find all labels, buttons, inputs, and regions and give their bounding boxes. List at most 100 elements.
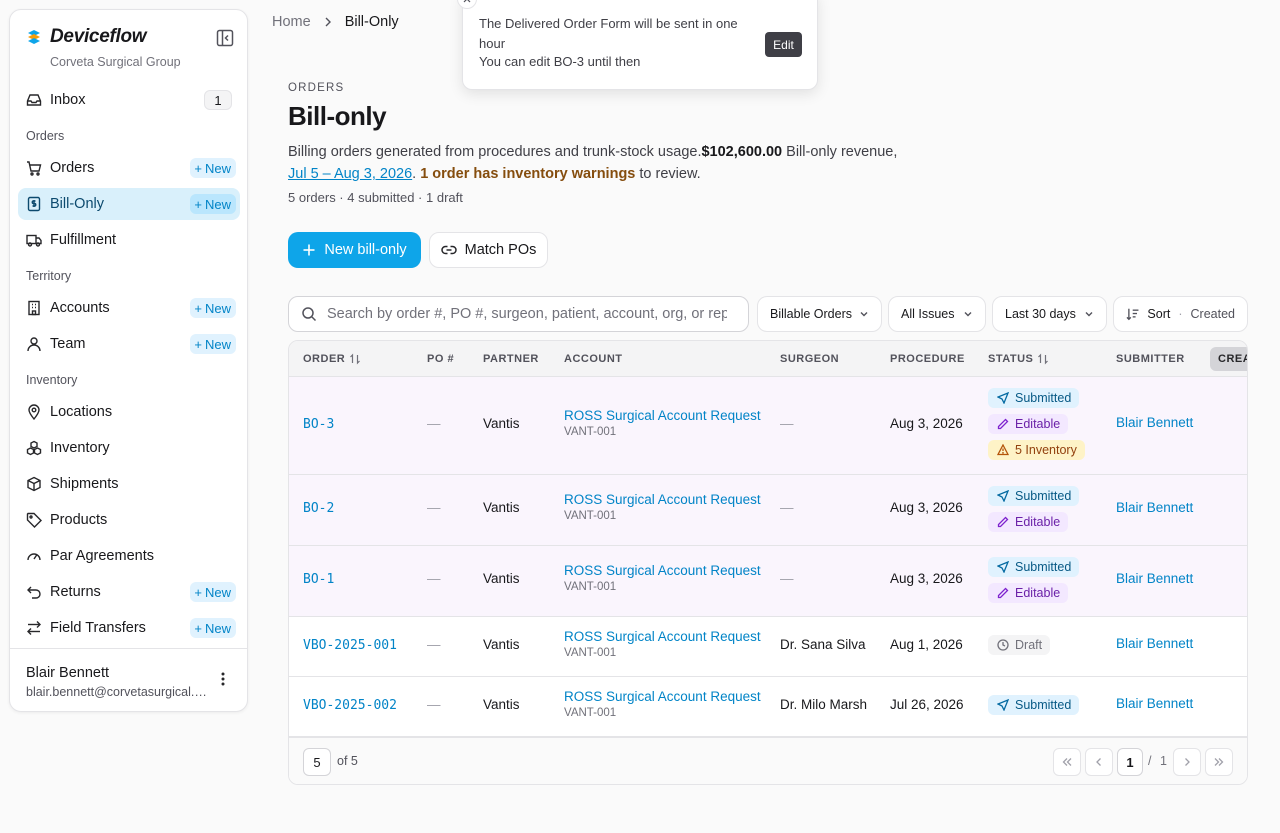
brand[interactable]: Deviceflow: [26, 26, 147, 48]
account-link[interactable]: ROSS Surgical Account Request: [564, 563, 761, 578]
user-email: blair.bennett@corvetasurgical.com: [26, 685, 212, 699]
table-row[interactable]: BO-2 — Vantis ROSS Surgical Account Requ…: [289, 475, 1247, 546]
account-link[interactable]: ROSS Surgical Account Request: [564, 408, 761, 423]
sidebar-item-inventory[interactable]: Inventory: [18, 432, 240, 464]
page-size-select[interactable]: 5: [303, 748, 331, 776]
plus-icon: +: [194, 584, 202, 600]
sidebar-item-orders[interactable]: Orders + New: [18, 152, 240, 184]
sidebar-item-team[interactable]: Team + New: [18, 328, 240, 360]
toast-close-button[interactable]: [457, 0, 477, 9]
sort-icon: [1126, 308, 1139, 321]
column-created[interactable]: CREATED: [1210, 347, 1247, 371]
status-badge: Submitted: [988, 486, 1080, 506]
chevron-down-icon: [860, 312, 868, 317]
submitter-link[interactable]: Blair Bennett: [1116, 500, 1193, 515]
plus-icon: [303, 244, 315, 256]
pencil-icon: [997, 587, 1009, 599]
current-page-input[interactable]: 1: [1117, 748, 1143, 776]
new-account-button[interactable]: + New: [190, 298, 236, 318]
search-icon: [302, 307, 317, 322]
order-id-link[interactable]: BO-1: [303, 572, 334, 587]
sidebar-collapse-icon[interactable]: [216, 29, 234, 47]
issues-filter[interactable]: All Issues: [888, 296, 986, 332]
new-field-transfer-button[interactable]: + New: [190, 618, 236, 638]
breadcrumb-home-link[interactable]: Home: [272, 14, 311, 30]
surgeon: Dr. Sana Silva: [780, 637, 866, 652]
order-id-link[interactable]: VBO-2025-002: [303, 698, 397, 713]
submitter-link[interactable]: Blair Bennett: [1116, 636, 1193, 651]
sidebar-item-inbox[interactable]: Inbox 1: [18, 84, 240, 116]
more-vertical-icon[interactable]: [215, 671, 231, 687]
sidebar-item-accounts[interactable]: Accounts + New: [18, 292, 240, 324]
sort-button[interactable]: Sort · Created: [1113, 296, 1248, 332]
column-procedure: PROCEDURE: [890, 353, 965, 365]
sidebar-item-label: Products: [50, 512, 108, 528]
order-id-link[interactable]: VBO-2025-001: [303, 638, 397, 653]
user-profile[interactable]: Blair Bennett blair.bennett@corvetasurgi…: [10, 648, 247, 711]
account-link[interactable]: ROSS Surgical Account Request: [564, 629, 761, 644]
last-page-button[interactable]: [1205, 748, 1233, 776]
procedure-date: Aug 1, 2026: [890, 637, 963, 652]
pencil-icon: [997, 516, 1009, 528]
account-link[interactable]: ROSS Surgical Account Request: [564, 689, 761, 704]
search-box[interactable]: [288, 296, 749, 332]
new-order-button[interactable]: + New: [190, 158, 236, 178]
orders-table: ORDER PO # PARTNER ACCOUNT SURGEON PROCE…: [288, 340, 1248, 785]
partner: Vantis: [483, 571, 520, 586]
table-header: ORDER PO # PARTNER ACCOUNT SURGEON PROCE…: [289, 341, 1247, 377]
sidebar-item-field-transfers[interactable]: Field Transfers + New: [18, 612, 240, 644]
sidebar-item-shipments[interactable]: Shipments: [18, 468, 240, 500]
search-input[interactable]: [327, 306, 727, 322]
sidebar-item-products[interactable]: Products: [18, 504, 240, 536]
account-code: VANT-001: [564, 510, 617, 522]
sidebar-item-fulfillment[interactable]: Fulfillment: [18, 224, 240, 256]
account-link[interactable]: ROSS Surgical Account Request: [564, 492, 761, 507]
date-range-filter[interactable]: Last 30 days: [992, 296, 1107, 332]
column-status[interactable]: STATUS: [988, 341, 1049, 377]
new-team-member-button[interactable]: + New: [190, 334, 236, 354]
sidebar-item-bill-only[interactable]: Bill-Only + New: [18, 188, 240, 220]
table-row[interactable]: BO-1 — Vantis ROSS Surgical Account Requ…: [289, 546, 1247, 617]
new-bill-only-nav-button[interactable]: + New: [190, 194, 236, 214]
next-page-button[interactable]: [1173, 748, 1201, 776]
submitter-link[interactable]: Blair Bennett: [1116, 696, 1193, 711]
sidebar-item-label: Team: [50, 336, 86, 352]
order-id-link[interactable]: BO-2: [303, 501, 334, 516]
prev-page-button[interactable]: [1085, 748, 1113, 776]
sort-arrows-icon: [1038, 353, 1049, 365]
inventory-warning-badge[interactable]: 5 Inventory: [988, 440, 1085, 460]
page-title: Bill-only: [288, 101, 387, 131]
date-range-link[interactable]: Jul 5 – Aug 3, 2026: [288, 166, 412, 182]
column-order[interactable]: ORDER: [303, 341, 361, 377]
table-row[interactable]: VBO-2025-001 — Vantis ROSS Surgical Acco…: [289, 617, 1247, 677]
submitter-link[interactable]: Blair Bennett: [1116, 571, 1193, 586]
new-return-button[interactable]: + New: [190, 582, 236, 602]
sidebar-item-returns[interactable]: Returns + New: [18, 576, 240, 608]
billable-orders-filter[interactable]: Billable Orders: [757, 296, 882, 332]
first-page-button[interactable]: [1053, 748, 1081, 776]
sidebar-item-par-agreements[interactable]: Par Agreements: [18, 540, 240, 572]
submitter-link[interactable]: Blair Bennett: [1116, 415, 1193, 430]
tag-icon: [26, 512, 42, 528]
new-bill-only-button[interactable]: New bill-only: [288, 232, 421, 268]
column-submitter: SUBMITTER: [1116, 353, 1185, 365]
order-id-link[interactable]: BO-3: [303, 417, 334, 432]
status-chips: Submitted: [988, 695, 1080, 715]
toast-edit-button[interactable]: Edit: [765, 32, 802, 57]
link-icon: [440, 245, 457, 255]
po-number: —: [427, 697, 441, 712]
chevron-down-icon: [964, 312, 972, 317]
user-icon: [26, 336, 42, 352]
column-surgeon: SURGEON: [780, 353, 840, 365]
sidebar-item-locations[interactable]: Locations: [18, 396, 240, 428]
account-cell: ROSS Surgical Account Request VANT-001: [564, 492, 761, 522]
table-row[interactable]: BO-3 — Vantis ROSS Surgical Account Requ…: [289, 377, 1247, 475]
account-code: VANT-001: [564, 707, 617, 719]
sidebar-item-label: Inbox: [50, 92, 86, 108]
surgeon: —: [780, 416, 794, 431]
match-pos-button[interactable]: Match POs: [429, 232, 548, 268]
column-partner: PARTNER: [483, 353, 539, 365]
cart-icon: [26, 160, 42, 176]
table-row[interactable]: VBO-2025-002 — Vantis ROSS Surgical Acco…: [289, 677, 1247, 737]
sidebar-item-label: Bill-Only: [50, 196, 104, 212]
